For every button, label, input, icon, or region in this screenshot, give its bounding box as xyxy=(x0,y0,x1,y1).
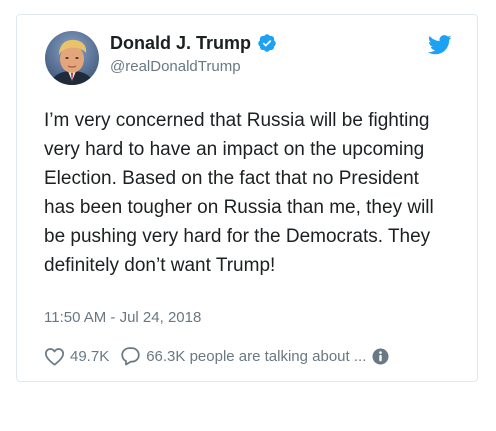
verified-badge-icon xyxy=(257,33,277,53)
tweet-text: I’m very concerned that Russia will be f… xyxy=(44,110,434,276)
tweet-timestamp[interactable]: 11:50 AM - Jul 24, 2018 xyxy=(44,309,201,327)
speech-bubble-icon xyxy=(121,347,140,366)
avatar[interactable] xyxy=(45,31,99,85)
like-button[interactable]: 49.7K xyxy=(44,347,109,366)
reply-button[interactable]: 66.3K people are talking about ... xyxy=(120,346,366,366)
info-icon[interactable] xyxy=(372,348,389,365)
heart-icon xyxy=(44,347,64,366)
author-name-row[interactable]: Donald J. Trump xyxy=(110,32,277,54)
author-handle[interactable]: @realDonaldTrump xyxy=(110,58,241,76)
reply-text: 66.3K people are talking about ... xyxy=(146,347,367,365)
author-name[interactable]: Donald J. Trump xyxy=(110,32,251,54)
twitter-bird-icon[interactable] xyxy=(427,35,452,55)
like-count: 49.7K xyxy=(70,347,110,365)
profile-photo-icon xyxy=(45,31,99,85)
tweet-card[interactable]: Donald J. Trump @realDonaldTrump I’m ver… xyxy=(16,14,478,382)
tweet-actions: 49.7K 66.3K people are talking about ... xyxy=(44,345,464,367)
